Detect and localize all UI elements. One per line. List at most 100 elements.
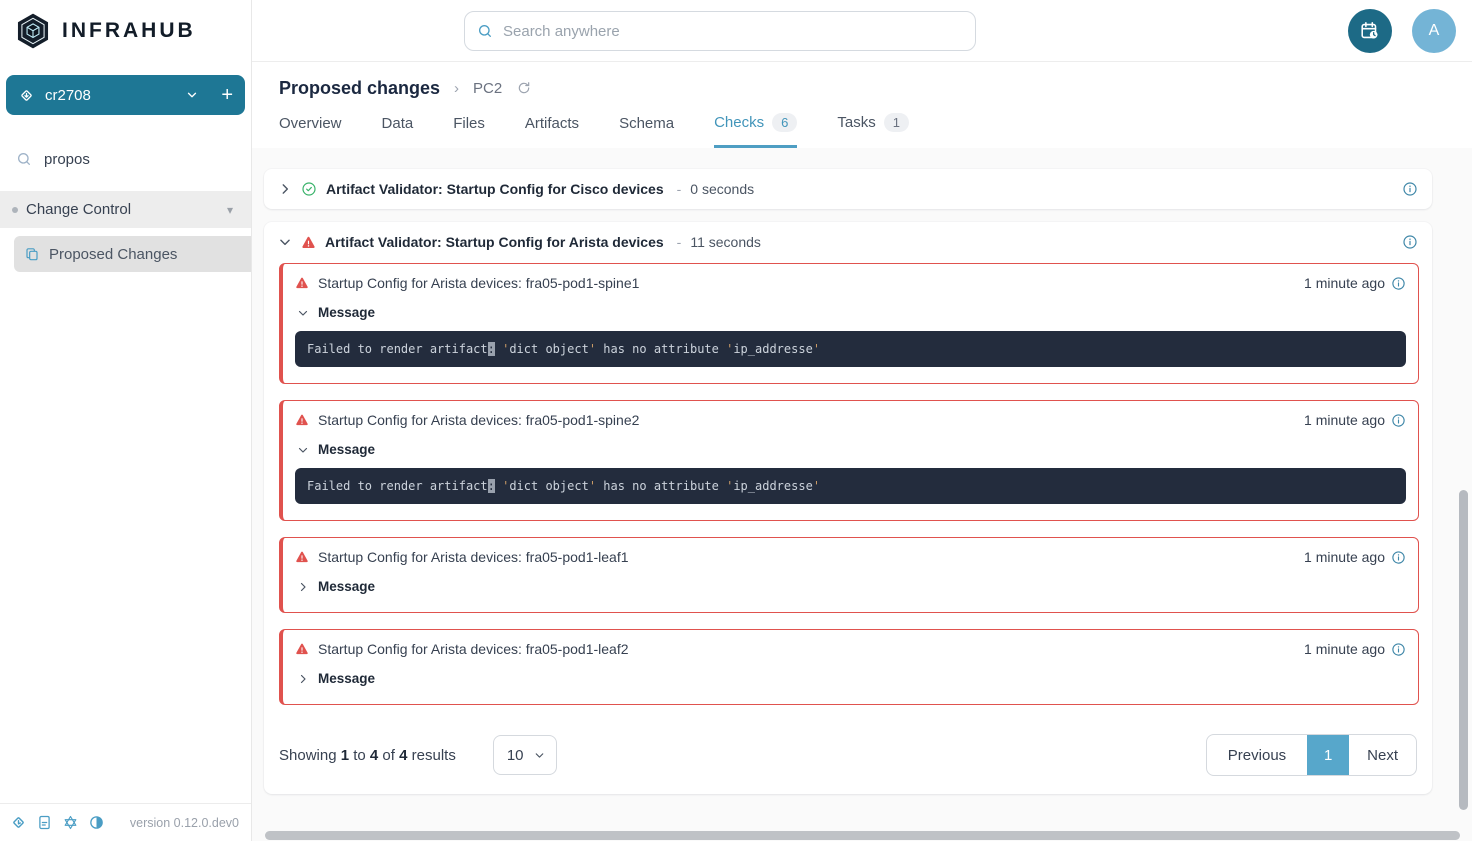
message-toggle[interactable]: Message — [283, 291, 1418, 320]
global-search-input[interactable] — [503, 23, 963, 40]
summary-to: 4 — [370, 747, 378, 764]
refresh-icon[interactable] — [516, 80, 532, 96]
validator-header[interactable]: Artifact Validator: Startup Config for A… — [264, 222, 1432, 262]
tab-checks[interactable]: Checks 6 — [714, 113, 797, 148]
console-cursor: : — [488, 342, 495, 356]
sidebar-search-input[interactable] — [44, 151, 243, 168]
horizontal-scrollbar[interactable] — [265, 831, 1460, 840]
docs-icon[interactable] — [36, 814, 53, 831]
chevron-down-icon[interactable] — [185, 88, 199, 102]
message-toggle[interactable]: Message — [283, 428, 1418, 457]
tab-data[interactable]: Data — [382, 115, 414, 148]
sidebar: INFRAHUB cr2708 + ✕ Ch — [0, 0, 252, 841]
summary-text: Showing — [279, 747, 341, 764]
separator-dash: - — [677, 181, 682, 197]
separator-dash: - — [677, 234, 682, 250]
chevron-down-icon — [533, 749, 546, 762]
sidebar-section-change-control[interactable]: Change Control ▾ — [0, 191, 251, 228]
breadcrumb: Proposed changes › PC2 — [279, 62, 1472, 98]
infrahub-app: INFRAHUB cr2708 + ✕ Ch — [0, 0, 1472, 841]
section-bullet-icon — [12, 207, 18, 213]
success-check-icon — [301, 181, 317, 197]
validator-row-cisco: Artifact Validator: Startup Config for C… — [264, 169, 1432, 209]
branch-name: cr2708 — [45, 87, 91, 104]
info-icon[interactable] — [1402, 234, 1418, 250]
sidebar-item-label: Proposed Changes — [49, 246, 177, 263]
info-icon[interactable] — [1391, 276, 1406, 291]
chevron-down-icon — [297, 307, 309, 319]
summary-text: of — [378, 747, 399, 764]
sidebar-item-proposed-changes[interactable]: Proposed Changes — [14, 236, 251, 272]
section-label: Change Control — [26, 201, 131, 218]
logo[interactable]: INFRAHUB — [0, 0, 251, 62]
branch-icon — [18, 87, 35, 104]
add-branch-button[interactable]: + — [209, 85, 233, 105]
check-item-spine1: Startup Config for Arista devices: fra05… — [279, 263, 1419, 384]
global-search — [464, 11, 976, 51]
validator-title: Artifact Validator: Startup Config for C… — [326, 181, 664, 197]
info-icon[interactable] — [1402, 181, 1418, 197]
branch-selector[interactable]: cr2708 + — [6, 75, 245, 115]
check-name: Startup Config for Arista devices: fra05… — [318, 412, 639, 428]
pagination: Showing 1 to 4 of 4 results 10 Previous … — [264, 721, 1432, 794]
tab-files[interactable]: Files — [453, 115, 485, 148]
check-item-header: Startup Config for Arista devices: fra05… — [283, 630, 1418, 657]
topbar-actions: A — [1348, 9, 1456, 53]
check-timestamp: 1 minute ago — [1304, 275, 1385, 291]
console-text: Failed to render artifact — [307, 342, 488, 356]
info-icon[interactable] — [1391, 550, 1406, 565]
main-area: A Proposed changes › PC2 Overview Data F… — [252, 0, 1472, 841]
chevron-right-icon — [297, 673, 309, 685]
check-name: Startup Config for Arista devices: fra05… — [318, 275, 639, 291]
error-warning-icon — [295, 550, 309, 564]
summary-from: 1 — [341, 747, 349, 764]
validator-header[interactable]: Artifact Validator: Startup Config for C… — [264, 169, 1432, 209]
check-meta: 1 minute ago — [1304, 641, 1406, 657]
message-toggle[interactable]: Message — [283, 657, 1418, 686]
info-icon[interactable] — [1391, 413, 1406, 428]
check-name: Startup Config for Arista devices: fra05… — [318, 549, 629, 565]
next-page-button[interactable]: Next — [1349, 735, 1416, 775]
tab-tasks[interactable]: Tasks 1 — [837, 113, 909, 148]
time-travel-button[interactable] — [1348, 9, 1392, 53]
caret-down-icon: ▾ — [227, 203, 233, 217]
validator-duration: 11 seconds — [690, 234, 761, 250]
tab-label: Overview — [279, 115, 342, 132]
chevron-right-icon[interactable] — [278, 182, 292, 196]
breadcrumb-current[interactable]: PC2 — [473, 80, 502, 97]
check-name: Startup Config for Arista devices: fra05… — [318, 641, 629, 657]
tabs: Overview Data Files Artifacts Schema Che… — [279, 98, 1472, 148]
check-item-spine2: Startup Config for Arista devices: fra05… — [279, 400, 1419, 521]
swagger-icon[interactable] — [88, 814, 105, 831]
message-toggle[interactable]: Message — [283, 565, 1418, 594]
info-icon[interactable] — [1391, 642, 1406, 657]
chevron-down-icon[interactable] — [278, 235, 292, 249]
branch-diamond-icon[interactable] — [10, 814, 27, 831]
avatar-initial: A — [1429, 22, 1440, 40]
infrahub-logo-icon — [14, 12, 52, 50]
avatar[interactable]: A — [1412, 9, 1456, 53]
logo-text: INFRAHUB — [62, 19, 196, 43]
search-icon — [477, 23, 493, 39]
checks-panel: Artifact Validator: Startup Config for C… — [252, 148, 1472, 841]
error-warning-icon — [295, 642, 309, 656]
error-warning-icon — [301, 235, 316, 250]
check-item-leaf2: Startup Config for Arista devices: fra05… — [279, 629, 1419, 705]
message-label: Message — [318, 671, 375, 686]
vertical-scrollbar[interactable] — [1459, 490, 1468, 810]
tab-schema[interactable]: Schema — [619, 115, 674, 148]
message-label: Message — [318, 305, 375, 320]
tab-artifacts[interactable]: Artifacts — [525, 115, 579, 148]
page-size-select[interactable]: 10 — [493, 735, 557, 775]
previous-page-button[interactable]: Previous — [1207, 735, 1307, 775]
results-summary: Showing 1 to 4 of 4 results — [279, 747, 456, 764]
sidebar-search: ✕ — [0, 137, 251, 181]
check-meta: 1 minute ago — [1304, 275, 1406, 291]
error-warning-icon — [295, 276, 309, 290]
graphql-icon[interactable] — [62, 814, 79, 831]
tab-overview[interactable]: Overview — [279, 115, 342, 148]
search-icon — [16, 151, 32, 167]
console-text: 'dict object' has no attribute 'ip_addre… — [495, 479, 820, 493]
page-1-button[interactable]: 1 — [1307, 735, 1349, 775]
validator-row-arista: Artifact Validator: Startup Config for A… — [264, 222, 1432, 794]
